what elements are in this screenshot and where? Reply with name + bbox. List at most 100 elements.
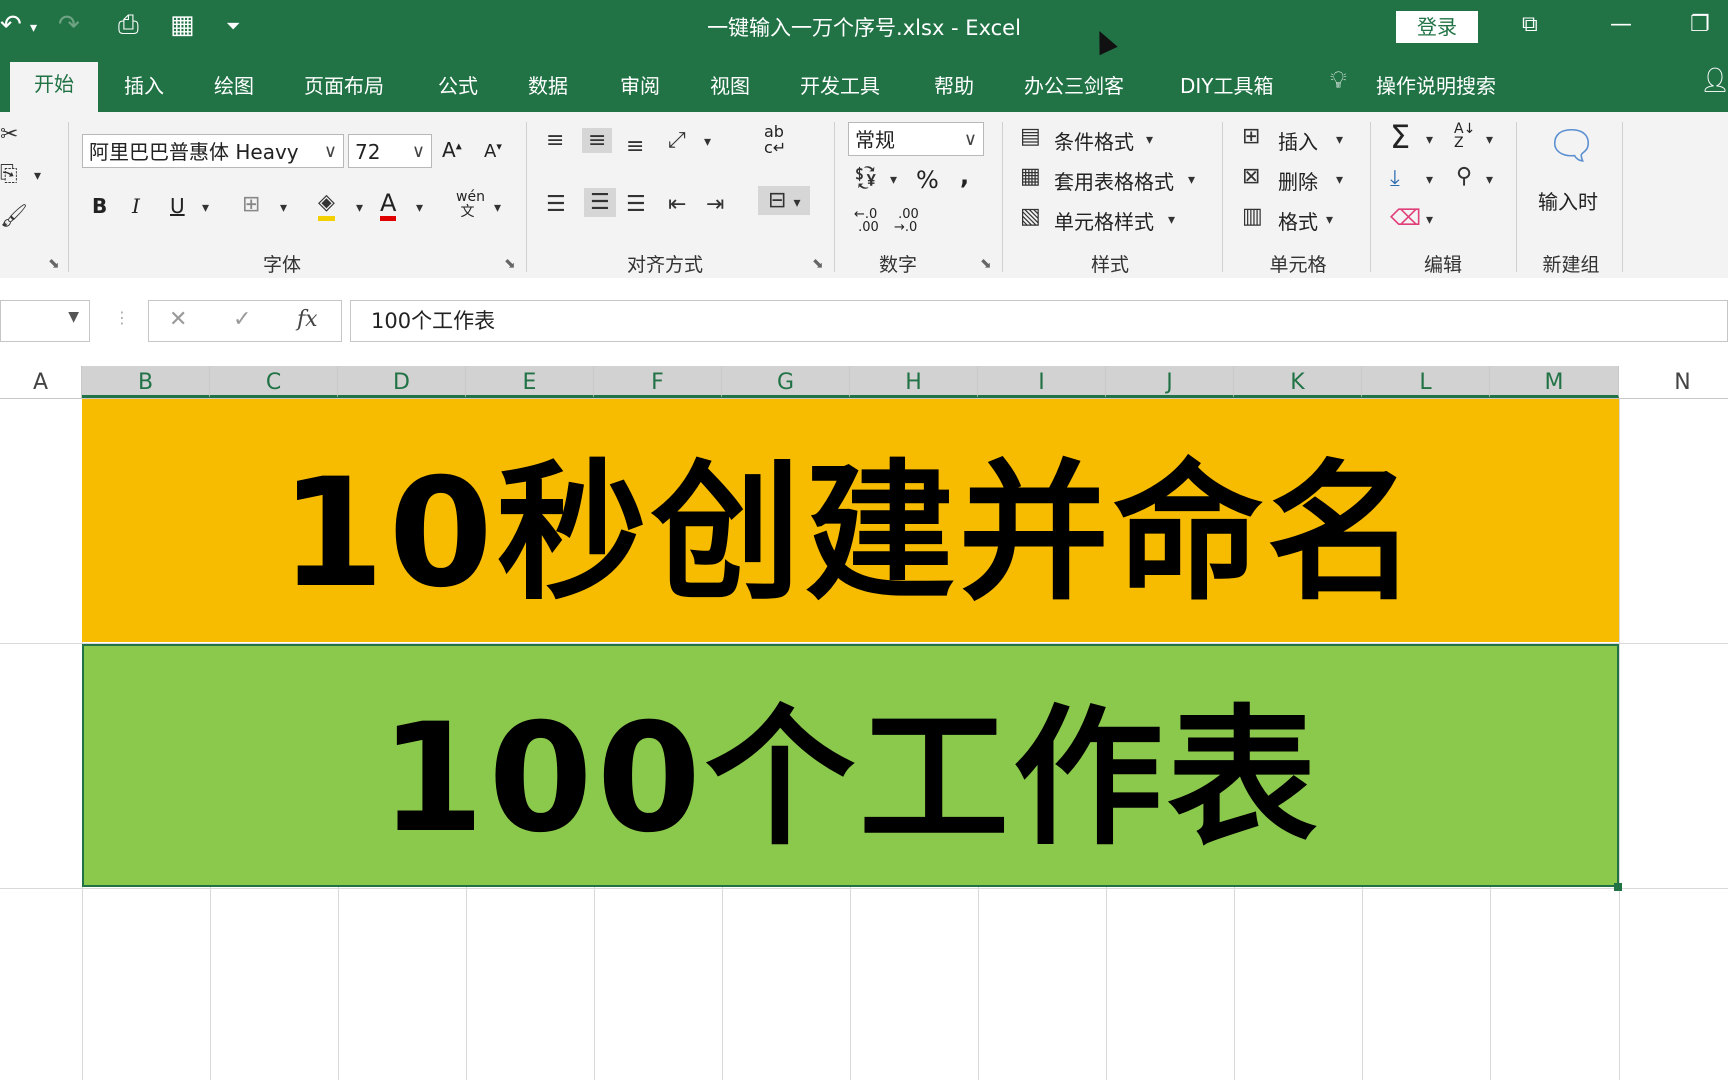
cell-styles-icon[interactable]: ▧ — [1020, 204, 1041, 229]
column-header-e[interactable]: E — [466, 366, 594, 398]
column-header-k[interactable]: K — [1234, 366, 1362, 398]
cancel-icon[interactable]: ✕ — [169, 307, 187, 332]
align-right-icon[interactable]: ☰ — [626, 192, 646, 217]
conditional-formatting-button[interactable]: 条件格式 — [1054, 126, 1134, 155]
format-cells-icon[interactable]: ▥ — [1242, 204, 1263, 229]
fill-handle[interactable] — [1614, 883, 1622, 891]
column-header-l[interactable]: L — [1362, 366, 1490, 398]
borders-dropdown-icon[interactable]: ▾ — [280, 200, 287, 216]
clear-icon[interactable]: ⌫ — [1390, 206, 1421, 231]
autosum-dropdown-icon[interactable]: ▾ — [1426, 132, 1433, 148]
sort-dropdown-icon[interactable]: ▾ — [1486, 132, 1493, 148]
orientation-icon[interactable]: ⤢ — [668, 128, 686, 153]
cut-icon[interactable]: ✂ — [0, 122, 18, 147]
borders-icon[interactable]: ⊞ — [242, 192, 260, 217]
worksheet-grid[interactable]: 10秒创建并命名 100个工作表 — [0, 399, 1728, 1080]
conditional-formatting-icon[interactable]: ▤ — [1020, 124, 1041, 149]
font-size-combo[interactable]: 72 ∨ — [348, 134, 432, 168]
bold-icon[interactable]: B — [92, 194, 107, 218]
clipboard-launcher-icon[interactable]: ⬊ — [48, 256, 60, 272]
title-banner-cell[interactable]: 10秒创建并命名 — [82, 399, 1619, 642]
tab-formulas[interactable]: 公式 — [438, 70, 478, 99]
ribbon-display-options-icon[interactable]: ⧉ — [1522, 12, 1538, 37]
tab-page-layout[interactable]: 页面布局 — [304, 70, 384, 99]
column-header-n[interactable]: N — [1619, 366, 1728, 398]
enter-icon[interactable]: ✓ — [233, 307, 251, 332]
number-format-combo[interactable]: 常规 ∨ — [848, 122, 984, 156]
input-time-button[interactable]: 输入时 — [1538, 186, 1598, 215]
conditional-dropdown-icon[interactable]: ▾ — [1146, 132, 1153, 148]
insert-dropdown-icon[interactable]: ▾ — [1336, 132, 1343, 148]
speech-bubble-icon[interactable]: 🗨︎ — [1546, 122, 1597, 169]
increase-font-size-icon[interactable]: A▴ — [442, 138, 462, 162]
align-center-icon[interactable]: ☰ — [584, 188, 616, 217]
decrease-decimal-icon[interactable]: .00 →.0 — [894, 208, 919, 234]
column-header-g[interactable]: G — [722, 366, 850, 398]
copy-dropdown-icon[interactable]: ▾ — [34, 168, 41, 184]
column-header-h[interactable]: H — [850, 366, 978, 398]
comma-style-icon[interactable]: , — [960, 162, 969, 190]
fill-down-icon[interactable]: ⤓ — [1390, 166, 1400, 191]
underline-icon[interactable]: U — [170, 194, 185, 218]
tab-home[interactable]: 开始 — [10, 62, 98, 112]
insert-cells-icon[interactable]: ⊞ — [1242, 124, 1260, 149]
wrap-text-icon[interactable]: ab c↵ — [764, 124, 786, 156]
tab-developer[interactable]: 开发工具 — [800, 70, 880, 99]
account-icon[interactable]: 👤︎ — [1700, 66, 1728, 94]
decrease-indent-icon[interactable]: ⇤ — [668, 192, 686, 217]
find-dropdown-icon[interactable]: ▾ — [1486, 172, 1493, 188]
phonetic-dropdown-icon[interactable]: ▾ — [494, 200, 501, 216]
login-button[interactable]: 登录 — [1396, 11, 1478, 43]
column-header-c[interactable]: C — [210, 366, 338, 398]
font-color-dropdown-icon[interactable]: ▾ — [416, 200, 423, 216]
tab-review[interactable]: 审阅 — [620, 70, 660, 99]
column-header-d[interactable]: D — [338, 366, 466, 398]
number-launcher-icon[interactable]: ⬊ — [980, 256, 992, 272]
selected-banner-cell[interactable]: 100个工作表 — [82, 644, 1619, 887]
font-launcher-icon[interactable]: ⬊ — [504, 256, 516, 272]
format-painter-icon[interactable]: 🖌︎ — [0, 204, 28, 229]
percent-style-icon[interactable]: % — [916, 166, 939, 194]
italic-icon[interactable]: I — [132, 194, 140, 218]
tab-data[interactable]: 数据 — [528, 70, 568, 99]
find-select-icon[interactable]: ⚲ — [1456, 164, 1472, 189]
tab-draw[interactable]: 绘图 — [214, 70, 254, 99]
top-align-icon[interactable]: ≡ — [546, 128, 564, 153]
orientation-dropdown-icon[interactable]: ▾ — [704, 134, 711, 150]
column-header-b[interactable]: B — [82, 366, 210, 398]
font-color-icon[interactable]: A — [380, 190, 397, 221]
accounting-dropdown-icon[interactable]: ▾ — [890, 172, 897, 188]
format-as-table-button[interactable]: 套用表格格式 — [1054, 166, 1174, 195]
cell-styles-dropdown-icon[interactable]: ▾ — [1168, 212, 1175, 228]
insert-cells-button[interactable]: 插入 — [1278, 126, 1318, 155]
name-box[interactable]: ▼ — [0, 300, 90, 342]
sort-filter-icon[interactable]: A↓ Z — [1454, 122, 1475, 150]
column-header-a[interactable]: A — [0, 366, 82, 398]
underline-dropdown-icon[interactable]: ▾ — [202, 200, 209, 216]
minimize-icon[interactable]: — — [1610, 12, 1632, 37]
bottom-align-icon[interactable]: ≡ — [626, 134, 644, 159]
increase-indent-icon[interactable]: ⇥ — [706, 192, 724, 217]
delete-dropdown-icon[interactable]: ▾ — [1336, 172, 1343, 188]
middle-align-icon[interactable]: ≡ — [582, 128, 613, 153]
tell-me-search[interactable]: 操作说明搜索 — [1376, 70, 1496, 99]
resize-handle-icon[interactable]: ⋮ — [114, 308, 130, 327]
merge-center-icon[interactable]: ⊟ ▾ — [758, 186, 811, 215]
tab-office-tools[interactable]: 办公三剑客 — [1024, 70, 1124, 99]
table-dropdown-icon[interactable]: ▾ — [1188, 172, 1195, 188]
column-header-i[interactable]: I — [978, 366, 1106, 398]
clear-dropdown-icon[interactable]: ▾ — [1426, 212, 1433, 228]
column-header-m[interactable]: M — [1490, 366, 1619, 398]
tab-view[interactable]: 视图 — [710, 70, 750, 99]
increase-decimal-icon[interactable]: ←.0 .00 — [854, 208, 879, 234]
fill-color-icon[interactable]: ◈ — [318, 190, 335, 221]
format-as-table-icon[interactable]: ▦ — [1020, 164, 1041, 189]
decrease-font-size-icon[interactable]: A▾ — [484, 140, 502, 162]
delete-cells-button[interactable]: 删除 — [1278, 166, 1318, 195]
tab-help[interactable]: 帮助 — [934, 70, 974, 99]
format-dropdown-icon[interactable]: ▾ — [1326, 212, 1333, 228]
fill-dropdown-icon[interactable]: ▾ — [1426, 172, 1433, 188]
tab-insert[interactable]: 插入 — [124, 70, 164, 99]
phonetic-guide-icon[interactable]: wén 文 — [456, 190, 485, 220]
fill-color-dropdown-icon[interactable]: ▾ — [356, 200, 363, 216]
